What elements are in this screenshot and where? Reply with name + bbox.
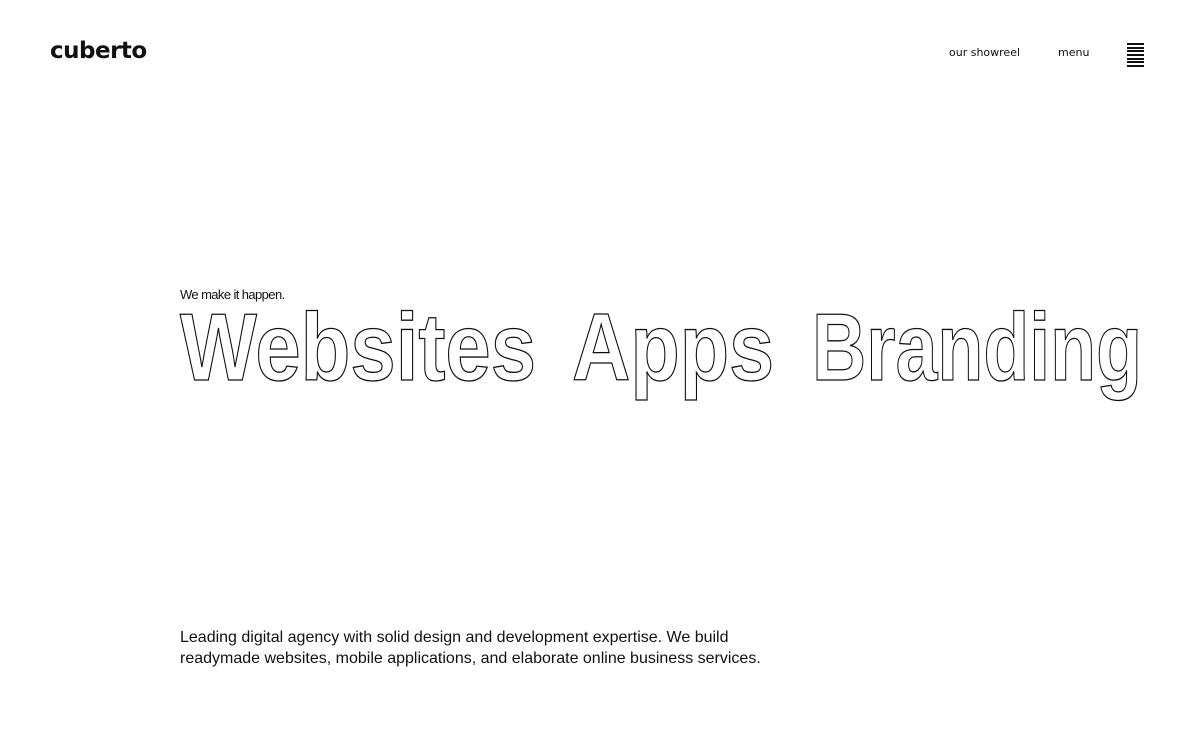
hamburger-icon[interactable] (1127, 43, 1144, 67)
hamburger-line (1127, 43, 1144, 45)
hamburger-line (1127, 57, 1144, 60)
hamburger-line (1127, 64, 1144, 67)
menu-link[interactable]: menu (1058, 46, 1089, 59)
hamburger-line (1127, 61, 1144, 64)
hero-services-headline: Websites Apps Branding (179, 293, 1142, 401)
hamburger-line (1127, 46, 1144, 49)
hero-description: Leading digital agency with solid design… (180, 629, 761, 667)
service-apps: Apps (572, 294, 774, 401)
hamburger-line (1127, 53, 1144, 56)
service-websites: Websites (180, 294, 536, 401)
service-branding: Branding (812, 294, 1142, 401)
hamburger-line (1127, 50, 1144, 53)
our-showreel-link[interactable]: our showreel (949, 46, 1020, 59)
cuberto-logo[interactable]: cuberto (50, 38, 147, 64)
